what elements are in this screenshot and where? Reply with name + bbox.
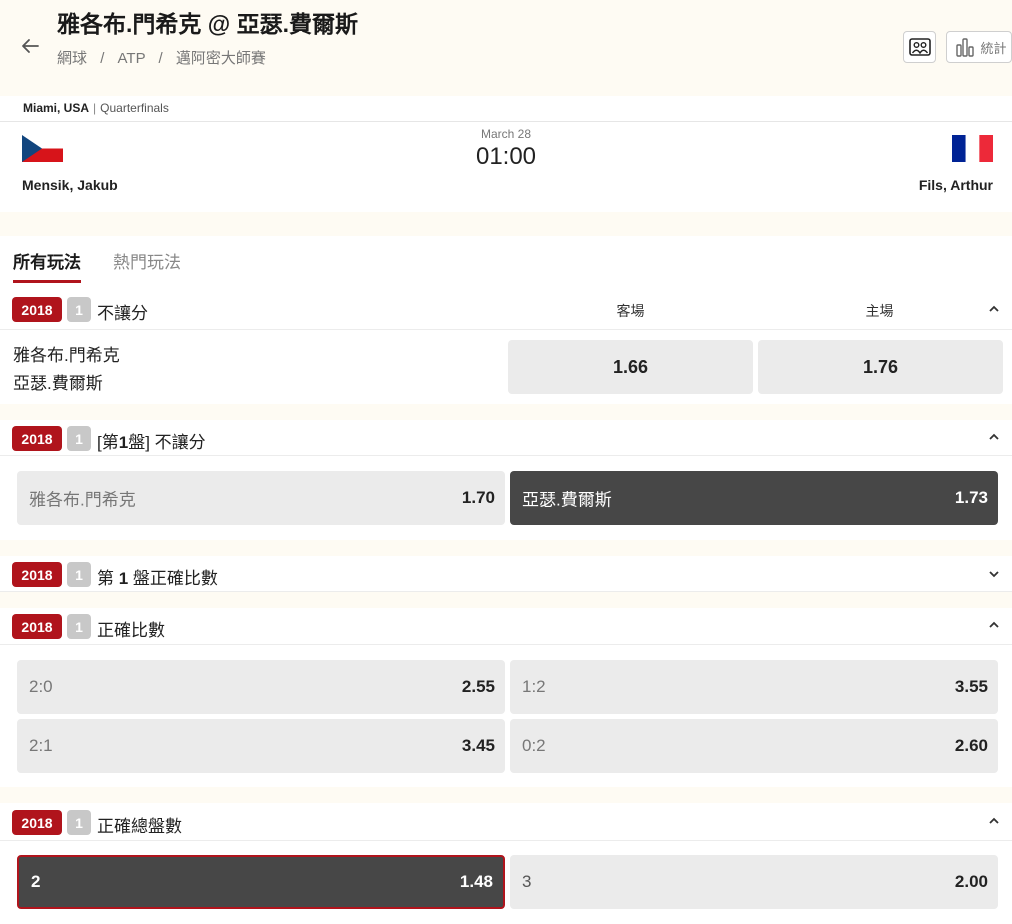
column-label-away: 客場: [616, 303, 645, 319]
section-divider: [0, 212, 1012, 236]
selection-price: 1.48: [459, 872, 493, 891]
round: Quarterfinals: [100, 101, 169, 115]
market-title: 不讓分: [97, 304, 148, 323]
selection-price: 1.73: [954, 488, 988, 507]
market-body-set1-moneyline: 雅各布.門希克 1.70 亞瑟.費爾斯 1.73: [0, 456, 1012, 540]
market-title: 正確比數: [97, 621, 165, 640]
selection-price: 1.70: [461, 488, 495, 507]
match-date: March 28: [480, 127, 532, 141]
chevron-up-icon[interactable]: [986, 813, 1002, 829]
section-divider: [0, 540, 1012, 556]
odds-button[interactable]: 3 2.00: [510, 855, 998, 909]
stats-label: 統計: [980, 40, 1007, 56]
home-team-name: Mensik, Jakub: [22, 177, 118, 193]
selection-price: 2.00: [954, 872, 988, 891]
year-badge: 2018: [12, 297, 62, 322]
count-badge: 1: [67, 614, 91, 639]
chevron-down-icon[interactable]: [986, 566, 1002, 582]
market-title: [第1盤] 不讓分: [97, 433, 206, 452]
odds-button[interactable]: 0:2 2.60: [510, 719, 998, 773]
market-header-set1-moneyline[interactable]: 2018 1 [第1盤] 不讓分: [0, 420, 1012, 456]
section-divider: [0, 592, 1012, 608]
selection-label: 3: [522, 872, 532, 891]
odds-button[interactable]: 雅各布.門希克 1.70: [17, 471, 505, 525]
section-divider: [0, 404, 1012, 420]
tab-all-markets[interactable]: 所有玩法: [13, 248, 81, 283]
market-header-moneyline[interactable]: 2018 1 不讓分 客場 主場: [0, 295, 1012, 330]
odds-button-home[interactable]: 1.76: [758, 340, 1003, 394]
team-name-away: 亞瑟.費爾斯: [13, 374, 103, 393]
selection-label: 2:0: [29, 677, 53, 696]
bar-chart-icon: [956, 38, 975, 57]
selection-label: 0:2: [522, 736, 546, 755]
team-list: 雅各布.門希克 亞瑟.費爾斯: [13, 342, 120, 398]
stats-button[interactable]: 統計: [946, 31, 1012, 63]
market-title: 第 1 盤正確比數: [97, 569, 218, 588]
count-badge: 1: [67, 297, 91, 322]
match-time: March 28 01:00: [0, 127, 1012, 171]
breadcrumb-tour[interactable]: ATP: [118, 50, 146, 67]
scoreboard-button[interactable]: [903, 31, 936, 63]
column-label-home: 主場: [865, 303, 894, 319]
year-badge: 2018: [12, 614, 62, 639]
odds-button-selected[interactable]: 亞瑟.費爾斯 1.73: [510, 471, 998, 525]
market-body-moneyline: 雅各布.門希克 亞瑟.費爾斯 1.66 1.76: [0, 330, 1012, 404]
away-team-name: Fils, Arthur: [918, 177, 993, 193]
year-badge: 2018: [12, 562, 62, 587]
match-teams: Mensik, Jakub March 28 01:00 Fils, Arthu…: [0, 122, 1012, 212]
odds-button-away[interactable]: 1.66: [508, 340, 753, 394]
odds-button-selected[interactable]: 2 1.48: [17, 855, 505, 909]
market-tabs: 所有玩法 熱門玩法: [0, 236, 1012, 288]
odds-button[interactable]: 2:1 3.45: [17, 719, 505, 773]
page-title: 雅各布.門希克 @ 亞瑟.費爾斯: [57, 11, 358, 37]
market-header-total-sets[interactable]: 2018 1 正確總盤數: [0, 803, 1012, 841]
away-team: Fils, Arthur: [919, 135, 993, 193]
page-header: 雅各布.門希克 @ 亞瑟.費爾斯 網球 / ATP / 邁阿密大師賽 統計: [0, 0, 1012, 96]
year-badge: 2018: [12, 810, 62, 835]
breadcrumb-sport[interactable]: 網球: [57, 50, 87, 67]
venue: Miami, USA: [23, 101, 90, 115]
breadcrumb-separator: /: [158, 50, 163, 67]
arrow-left-icon[interactable]: [18, 34, 42, 58]
selection-label: 1:2: [522, 677, 546, 696]
market-body-correct-score: 2:0 2.55 1:2 3.55 2:1 3.45 0:2 2.60: [0, 645, 1012, 787]
selection-label: 2: [31, 872, 41, 891]
market-title: 正確總盤數: [97, 817, 182, 836]
selection-price: 2.60: [954, 736, 988, 755]
chevron-up-icon[interactable]: [986, 617, 1002, 633]
venue-row: Miami, USA | Quarterfinals: [0, 96, 1012, 122]
breadcrumb-separator: /: [100, 50, 105, 67]
odds-button[interactable]: 2:0 2.55: [17, 660, 505, 714]
selection-label: 2:1: [29, 736, 53, 755]
scoreboard-icon: [908, 38, 931, 56]
chevron-up-icon[interactable]: [986, 301, 1002, 317]
selection-label: 雅各布.門希克: [29, 490, 136, 510]
year-badge: 2018: [12, 426, 62, 451]
market-header-correct-score[interactable]: 2018 1 正確比數: [0, 608, 1012, 645]
selection-price: 3.55: [954, 677, 988, 696]
selection-price: 3.45: [461, 736, 495, 755]
breadcrumb-tournament[interactable]: 邁阿密大師賽: [176, 50, 266, 67]
count-badge: 1: [67, 562, 91, 587]
odds-button[interactable]: 1:2 3.55: [510, 660, 998, 714]
market-body-total-sets: 2 1.48 3 2.00: [0, 841, 1012, 924]
market-header-set1-correct-score[interactable]: 2018 1 第 1 盤正確比數: [0, 556, 1012, 592]
france-flag-icon: [952, 135, 993, 162]
selection-price: 2.55: [461, 677, 495, 696]
selection-label: 亞瑟.費爾斯: [522, 490, 612, 510]
chevron-up-icon[interactable]: [986, 429, 1002, 445]
tab-popular-markets[interactable]: 熱門玩法: [113, 248, 181, 280]
section-divider: [0, 787, 1012, 803]
match-clock: 01:00: [475, 143, 537, 170]
breadcrumb: 網球 / ATP / 邁阿密大師賽: [57, 47, 266, 68]
count-badge: 1: [67, 810, 91, 835]
team-name-home: 雅各布.門希克: [13, 346, 120, 365]
count-badge: 1: [67, 426, 91, 451]
